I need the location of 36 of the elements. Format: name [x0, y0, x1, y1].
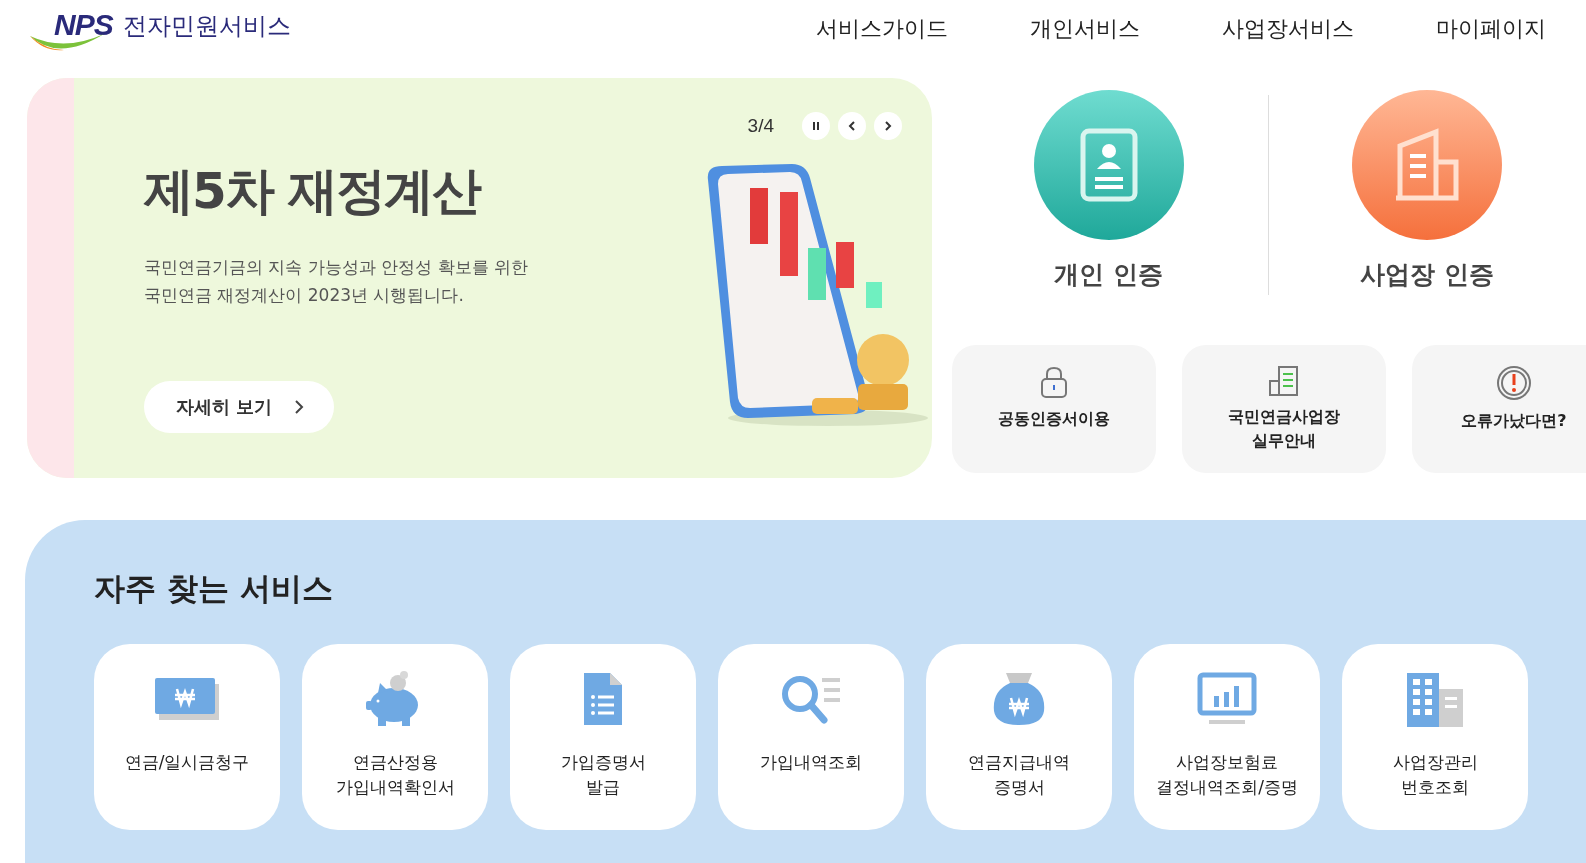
building-icon	[1268, 365, 1300, 397]
next-button[interactable]	[874, 112, 902, 140]
banner-title: 제5차 재정계산	[144, 161, 482, 222]
service-card[interactable]: 가입증명서 발급	[510, 644, 696, 830]
quick-link-card[interactable]: 공동인증서이용	[952, 345, 1156, 473]
logo-mark[interactable]: NPS	[54, 8, 113, 42]
nav-link[interactable]: 개인서비스	[1030, 14, 1140, 44]
service-card[interactable]: 연금산정용 가입내역확인서	[302, 644, 488, 830]
logo-text[interactable]: 전자민원서비스	[122, 10, 291, 42]
details-button[interactable]: 자세히 보기	[144, 381, 335, 433]
pause-icon	[811, 121, 821, 131]
chevron-right-icon	[294, 400, 305, 414]
section-title: 자주 찾는 서비스	[94, 569, 334, 608]
banner-description: 국민연금기금의 지속 가능성과 안정성 확보를 위한 국민연금 재정계산이 2023년 시행됩니다.	[144, 256, 530, 307]
service-card[interactable]: 연금지급내역 증명서	[926, 644, 1112, 830]
certification-link[interactable]: 개인 인증	[950, 90, 1268, 291]
nav-link[interactable]: 사업장서비스	[1222, 14, 1354, 44]
quick-link-card[interactable]: 오류가났다면?	[1412, 345, 1586, 473]
chevron-right-icon	[883, 121, 893, 131]
alert-icon	[1496, 365, 1532, 401]
chevron-left-icon	[847, 121, 857, 131]
document-icon	[582, 670, 624, 728]
buildings-icon	[1405, 670, 1465, 728]
service-card[interactable]: 사업장관리 번호조회	[1342, 644, 1528, 830]
quick-link-card[interactable]: 국민연금사업장 실무안내	[1182, 345, 1386, 473]
service-card[interactable]: 가입내역조회	[718, 644, 904, 830]
certification-link[interactable]: 사업장 인증	[1268, 90, 1586, 291]
pause-button[interactable]	[802, 112, 830, 140]
service-card[interactable]: 연금/일시금청구	[94, 644, 280, 830]
nav-link[interactable]: 서비스가이드	[816, 14, 948, 44]
previous-button[interactable]	[838, 112, 866, 140]
slide-counter: 3/4	[747, 115, 774, 137]
money-bag-icon	[992, 670, 1046, 728]
lock-icon	[1039, 365, 1069, 399]
nav-link[interactable]: 마이페이지	[1436, 14, 1546, 44]
service-card[interactable]: 사업장보험료 결정내역조회/증명	[1134, 644, 1320, 830]
